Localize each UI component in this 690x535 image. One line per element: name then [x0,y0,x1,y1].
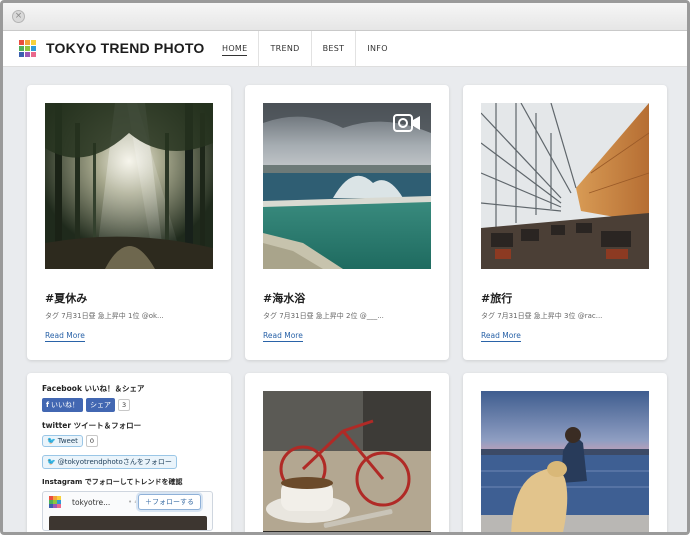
share-count: 3 [118,399,131,411]
site-logo-text[interactable]: TOKYO TREND PHOTO [46,40,204,56]
instagram-widget: tokyotre... • 4 ＋フォローする [42,491,213,531]
tweet-buttons: 🐦 Tweet 0 [42,435,217,447]
photo-card [245,373,449,532]
site-header: TOKYO TREND PHOTO HOME TREND BEST INFO [3,31,687,67]
instagram-heading: Instagram でフォローしてトレンドを確認 [42,478,183,486]
logo-tile [31,46,36,51]
logo-tile [57,504,61,508]
twitter-follow-label: @tokyotrendphotoさんをフォロー [57,458,172,466]
content-area: #夏休み タグ 7月31日昼 急上昇中 1位 @ok... Read More [3,68,687,532]
nav-item-info-label: INFO [367,44,388,53]
social-share-card: Facebook いいね！＆シェア f いいね！ シェア 3 twitter ツイ… [27,373,231,532]
main-nav: HOME TREND BEST INFO [211,31,399,67]
nav-item-trend[interactable]: TREND [258,31,310,67]
logo-tile [19,40,24,45]
video-camera-icon [394,115,420,131]
logo-tile [49,504,53,508]
twitter-follow-row: 🐦 @tokyotrendphotoさんをフォロー [42,455,217,469]
social-widgets: Facebook いいね！＆シェア f いいね！ シェア 3 twitter ツイ… [42,383,217,531]
logo-tile [25,40,30,45]
facebook-buttons: f いいね！ シェア 3 [42,398,217,412]
window-close-button[interactable]: × [12,10,25,23]
logo-mark-icon[interactable] [19,40,38,57]
facebook-like-button[interactable]: f いいね！ [42,398,84,412]
twitter-bird-icon: 🐦 [47,458,56,466]
logo-tile [25,52,30,57]
card-meta: タグ 7月31日昼 急上昇中 3位 @rac... [481,312,603,320]
nav-item-info[interactable]: INFO [355,31,398,67]
nav-item-best-label: BEST [322,44,345,53]
tweet-label: Tweet [57,437,78,445]
photo-card: #旅行 タグ 7月31日昼 急上昇中 3位 @rac... Read More [463,85,667,360]
read-more-link[interactable]: Read More [481,331,521,342]
instagram-preview-strip [49,516,207,530]
photo-card: #夏休み タグ 7月31日昼 急上昇中 1位 @ok... Read More [27,85,231,360]
logo-tile [25,46,30,51]
dog-by-the-sea-photo[interactable] [481,391,649,532]
logo-tile [53,500,57,504]
forest-sunbeams-photo[interactable] [45,103,213,269]
facebook-share-button[interactable]: シェア [86,398,116,412]
facebook-f-icon: f [46,401,50,409]
photo-card: #海水浴 タグ 7月31日昼 急上昇中 2位 @___... Read More [245,85,449,360]
twitter-follow-button[interactable]: 🐦 @tokyotrendphotoさんをフォロー [42,455,177,469]
twitter-heading: twitter ツイート＆フォロー [42,421,142,430]
logo-tile [49,500,53,504]
facebook-heading: Facebook いいね！＆シェア [42,384,145,393]
logo-tile [53,496,57,500]
instagram-follow-button[interactable]: ＋フォローする [138,494,201,510]
logo-tile [53,504,57,508]
tweet-button[interactable]: 🐦 Tweet [42,435,83,447]
nav-item-home-label: HOME [222,44,248,56]
card-hashtag[interactable]: #夏休み [45,290,87,306]
card-meta: タグ 7月31日昼 急上昇中 1位 @ok... [45,312,164,320]
logo-tile [49,496,53,500]
card-hashtag[interactable]: #旅行 [481,290,512,306]
instagram-avatar-icon[interactable] [49,496,62,509]
browser-window: × TOKYO TREND PHOTO HOME TREND BEST INFO [0,0,690,535]
instagram-username[interactable]: tokyotre... [72,498,110,507]
logo-tile [31,40,36,45]
nav-item-trend-label: TREND [270,44,300,53]
tweet-count: 0 [85,435,99,447]
logo-tile [57,500,61,504]
logo-tile [31,52,36,57]
window-titlebar: × [3,3,687,31]
card-meta: タグ 7月31日昼 急上昇中 2位 @___... [263,312,384,320]
facebook-like-label: いいね！ [51,401,80,409]
read-more-link[interactable]: Read More [263,331,303,342]
logo-tile [57,496,61,500]
card-hashtag[interactable]: #海水浴 [263,290,305,306]
cafe-coffee-bicycle-photo[interactable] [263,391,431,532]
logo-tile [19,46,24,51]
nav-item-best[interactable]: BEST [310,31,356,67]
airport-terminal-photo[interactable] [481,103,649,269]
twitter-bird-icon: 🐦 [47,437,56,445]
photo-card [463,373,667,532]
logo-tile [19,52,24,57]
nav-item-home[interactable]: HOME [211,31,258,67]
read-more-link[interactable]: Read More [45,331,85,342]
